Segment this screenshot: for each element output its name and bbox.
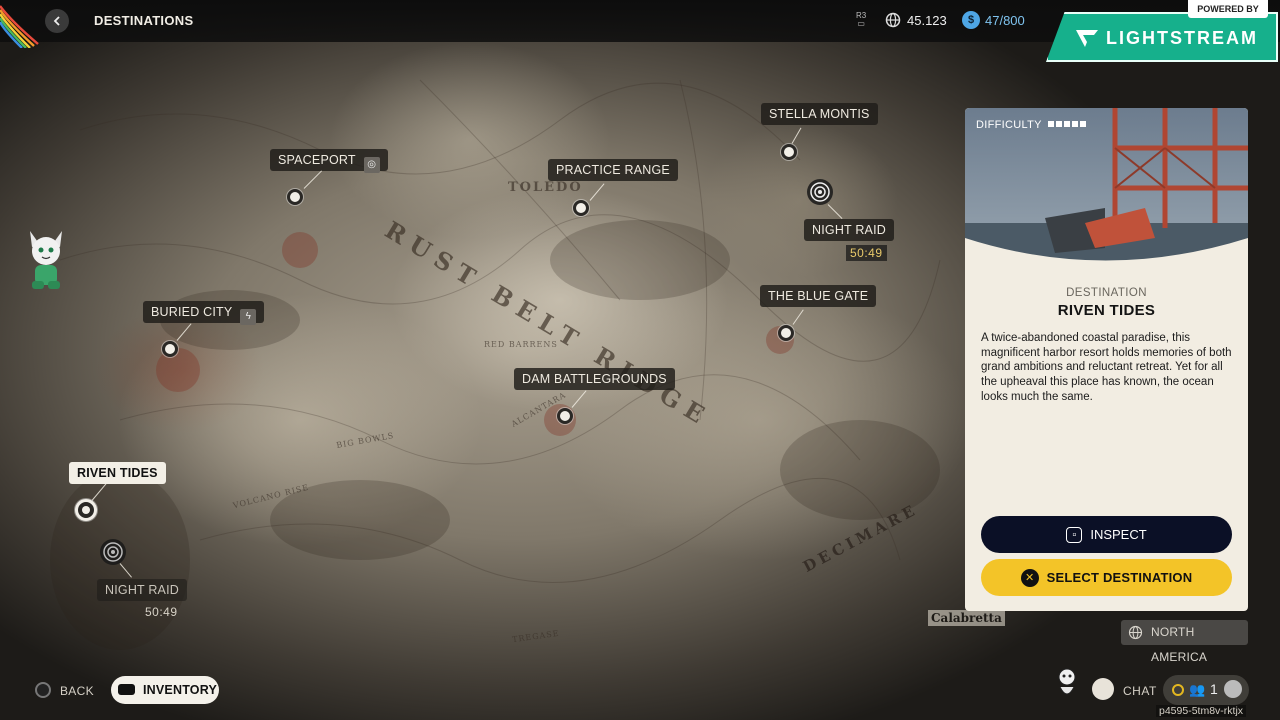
difficulty-label: DIFFICULTY — [976, 119, 1042, 131]
chat-button[interactable]: CHAT — [1123, 684, 1157, 698]
cross-button-icon: ✕ — [1020, 568, 1039, 587]
location-label-buried-city[interactable]: BURIED CITY ϟ — [143, 301, 265, 325]
inspect-button[interactable]: ▫ INSPECT — [981, 516, 1232, 553]
destination-preview-image — [965, 108, 1248, 268]
location-name: THE BLUE GATE — [768, 289, 869, 303]
destination-description: A twice-abandoned coastal paradise, this… — [981, 332, 1232, 403]
raid-target-icon — [103, 542, 123, 562]
circle-button-icon — [35, 682, 51, 698]
map-town-text: TOLEDO — [508, 180, 583, 195]
location-marker-dam-battlegrounds[interactable] — [557, 408, 573, 424]
destination-kicker: DESTINATION — [1066, 287, 1147, 299]
globe-currency-icon — [885, 12, 901, 28]
location-label-the-blue-gate[interactable]: THE BLUE GATE — [760, 285, 877, 307]
destination-detail-panel: DIFFICULTY DESTINATION RIVEN TIDES A twi… — [965, 108, 1248, 611]
back-button[interactable]: BACK — [60, 684, 94, 698]
rainbow-stripe-decoration — [0, 5, 39, 48]
location-label-riven-tides[interactable]: RIVEN TIDES — [69, 462, 166, 484]
event-name: NIGHT RAID — [812, 223, 886, 237]
event-name: NIGHT RAID — [105, 583, 179, 597]
location-name: SPACEPORT — [278, 153, 356, 167]
location-marker-practice-range[interactable] — [573, 200, 589, 216]
difficulty-indicator: DIFFICULTY — [976, 119, 1088, 131]
session-id: p4595-5tm8v-rktjx — [1156, 705, 1247, 717]
powered-by-label: POWERED BY — [1188, 0, 1268, 18]
destination-name: RIVEN TIDES — [1057, 302, 1156, 319]
location-marker-riven-tides-selected[interactable] — [75, 499, 97, 521]
location-marker-buried-city[interactable] — [162, 341, 178, 357]
night-raid-marker[interactable] — [100, 539, 126, 565]
currency-value: 45.123 — [907, 13, 947, 28]
lightstream-logo-icon — [1076, 30, 1098, 47]
location-label-practice-range[interactable]: PRACTICE RANGE — [548, 159, 678, 181]
map-minor-label: RED BARRENS — [484, 340, 558, 349]
chevron-left-icon — [53, 16, 60, 26]
status-ring-icon — [1172, 684, 1184, 696]
location-name: RIVEN TIDES — [77, 466, 158, 480]
edit-icon[interactable] — [1224, 680, 1242, 698]
pen-icon[interactable] — [1092, 678, 1114, 700]
location-name: STELLA MONTIS — [769, 107, 870, 121]
page-title: DESTINATIONS — [94, 13, 194, 28]
location-marker-stella-montis[interactable] — [781, 144, 797, 160]
mascot-fox-icon — [30, 231, 62, 289]
square-button-icon: ▫ — [1066, 526, 1083, 543]
event-timer: 50:49 — [846, 245, 887, 261]
inspect-label: INSPECT — [1090, 527, 1147, 542]
region-label: NORTH AMERICA — [1151, 625, 1208, 664]
select-destination-label: SELECT DESTINATION — [1046, 570, 1193, 585]
r3-button-hint[interactable]: R3 ▭ — [856, 12, 866, 28]
map-corner-text: Calabretta — [928, 610, 1005, 626]
night-raid-marker[interactable] — [807, 179, 833, 205]
event-label-night-raid[interactable]: NIGHT RAID — [804, 219, 894, 241]
location-marker-the-blue-gate[interactable] — [778, 325, 794, 341]
event-timer: 50:49 — [145, 605, 178, 619]
location-label-spaceport[interactable]: SPACEPORT ◎ — [270, 149, 388, 173]
back-arrow-button[interactable] — [45, 9, 69, 33]
lightstream-brand-text: LIGHTSTREAM — [1106, 28, 1258, 48]
r3-label: R3 — [856, 11, 867, 20]
location-label-dam-battlegrounds[interactable]: DAM BATTLEGROUNDS — [514, 368, 675, 390]
event-label-night-raid[interactable]: NIGHT RAID — [97, 579, 187, 601]
touchpad-icon — [118, 684, 135, 695]
party-count: 1 — [1210, 681, 1218, 697]
select-destination-button[interactable]: ✕ SELECT DESTINATION — [981, 559, 1232, 596]
location-name: PRACTICE RANGE — [556, 163, 670, 177]
location-name: BURIED CITY — [151, 305, 233, 319]
capacity-value: 47/800 — [985, 13, 1025, 28]
difficulty-bars — [1047, 121, 1088, 127]
people-icon: 👥 — [1189, 682, 1206, 697]
target-icon: ◎ — [363, 157, 380, 173]
location-marker-spaceport[interactable] — [287, 189, 303, 205]
lightning-icon: ϟ — [240, 309, 257, 325]
location-label-stella-montis[interactable]: STELLA MONTIS — [761, 103, 878, 125]
location-name: DAM BATTLEGROUNDS — [522, 372, 667, 386]
raid-target-icon — [810, 182, 830, 202]
capacity-icon: $ — [962, 11, 980, 29]
mascot-avatar-icon[interactable] — [1052, 665, 1082, 705]
globe-icon — [1128, 625, 1143, 640]
